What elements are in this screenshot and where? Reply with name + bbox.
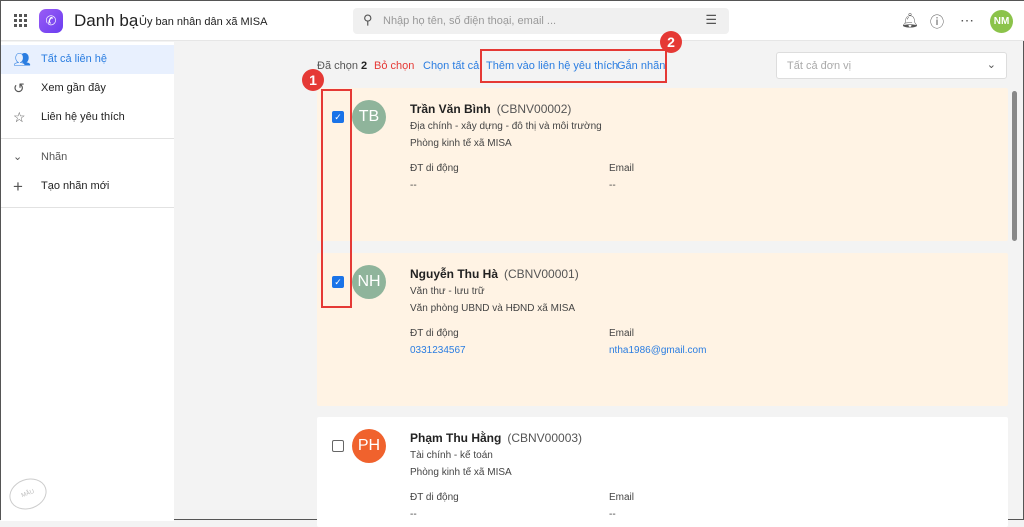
annotation-badge-1: 1 bbox=[302, 69, 324, 91]
phone-label: ĐT di động bbox=[410, 163, 459, 174]
contact-card[interactable]: ✓ NH Nguyễn Thu Hà (CBNV00001) Văn thư - … bbox=[317, 253, 1008, 406]
select-all-button[interactable]: Chọn tất cả bbox=[423, 60, 479, 72]
contact-avatar: NH bbox=[352, 265, 386, 299]
sidebar: 👥︎ Tất cả liên hệ ↺ Xem gần đây ☆ Liên hệ y… bbox=[1, 42, 174, 521]
sidebar-item-recent[interactable]: ↺ Xem gần đây bbox=[1, 74, 174, 103]
sidebar-item-label: Tất cả liên hệ bbox=[41, 53, 108, 65]
contact-dept: Văn phòng UBND và HĐND xã MISA bbox=[410, 303, 576, 314]
search-placeholder: Nhập họ tên, số điện thoại, email ... bbox=[383, 15, 557, 27]
contact-name[interactable]: Trần Văn Bình (CBNV00002) bbox=[410, 102, 571, 116]
phone-value[interactable]: 0331234567 bbox=[410, 345, 466, 356]
contact-title: Văn thư - lưu trữ bbox=[410, 286, 485, 297]
contact-title: Tài chính - kế toán bbox=[410, 450, 493, 461]
contact-avatar: TB bbox=[352, 100, 386, 134]
more-icon[interactable]: ⋯ bbox=[960, 12, 974, 29]
contact-checkbox[interactable] bbox=[332, 440, 344, 452]
sidebar-item-new-label[interactable]: + Tạo nhãn mới bbox=[1, 172, 174, 201]
phone-label: ĐT di động bbox=[410, 492, 459, 503]
deselect-button[interactable]: Bỏ chọn bbox=[374, 60, 414, 72]
scrollbar[interactable] bbox=[1012, 91, 1017, 241]
contact-card[interactable]: ✓ TB Trần Văn Bình (CBNV00002) Địa chính … bbox=[317, 88, 1008, 241]
star-icon: ☆ bbox=[13, 109, 26, 125]
chevron-down-icon: ⌄ bbox=[986, 59, 996, 71]
contact-name[interactable]: Phạm Thu Hằng (CBNV00003) bbox=[410, 431, 582, 445]
sidebar-item-label: Nhãn bbox=[41, 151, 68, 163]
chevron-down-icon: ⌄ bbox=[13, 151, 23, 163]
help-icon[interactable]: ⓘ bbox=[930, 12, 944, 32]
phone-value: -- bbox=[410, 180, 417, 191]
top-bar: ✆ Danh bạ Ủy ban nhân dân xã MISA ⚲ Nhập… bbox=[1, 1, 1024, 41]
plus-icon: + bbox=[13, 177, 23, 196]
sidebar-item-all-contacts[interactable]: 👥︎ Tất cả liên hệ bbox=[1, 45, 174, 74]
contact-code: (CBNV00001) bbox=[504, 267, 579, 281]
filter-icon[interactable]: ☰ bbox=[705, 12, 717, 28]
divider bbox=[1, 207, 174, 208]
annotation-badge-2: 2 bbox=[660, 31, 682, 53]
contact-name[interactable]: Nguyễn Thu Hà (CBNV00001) bbox=[410, 267, 579, 281]
divider bbox=[1, 138, 174, 139]
sidebar-item-label: Liên hệ yêu thích bbox=[41, 111, 125, 123]
phone-value: -- bbox=[410, 509, 417, 520]
email-label: Email bbox=[609, 328, 635, 339]
contact-title: Địa chính - xây dựng - đô thị và môi trư… bbox=[410, 121, 602, 132]
history-icon: ↺ bbox=[13, 80, 25, 96]
sidebar-item-label: Xem gần đây bbox=[41, 82, 106, 94]
annotation-box-1 bbox=[321, 89, 352, 308]
email-value: -- bbox=[609, 180, 616, 191]
sidebar-item-favorites[interactable]: ☆ Liên hệ yêu thích bbox=[1, 103, 174, 132]
contacts-icon: 👥︎ bbox=[13, 51, 31, 67]
org-name: Ủy ban nhân dân xã MISA bbox=[139, 16, 268, 28]
contact-code: (CBNV00002) bbox=[496, 102, 572, 116]
contact-dept: Phòng kinh tế xã MISA bbox=[410, 467, 512, 478]
email-value: -- bbox=[609, 509, 616, 520]
contact-dept: Phòng kinh tế xã MISA bbox=[410, 138, 512, 149]
email-label: Email bbox=[609, 163, 635, 174]
sidebar-item-labels[interactable]: ⌄ Nhãn bbox=[1, 143, 174, 172]
phone-label: ĐT di động bbox=[410, 328, 459, 339]
email-label: Email bbox=[609, 492, 635, 503]
annotation-box-2 bbox=[480, 49, 667, 83]
app-title: Danh bạ bbox=[74, 11, 139, 30]
contact-avatar: PH bbox=[352, 429, 386, 463]
user-avatar[interactable]: NM bbox=[990, 10, 1013, 33]
email-value[interactable]: ntha1986@gmail.com bbox=[609, 345, 706, 356]
search-input[interactable]: ⚲ Nhập họ tên, số điện thoại, email ... … bbox=[353, 8, 729, 34]
bell-icon[interactable]: 🔔︎ bbox=[901, 12, 919, 29]
apps-grid-icon[interactable] bbox=[14, 14, 27, 27]
contact-card[interactable]: PH Phạm Thu Hằng (CBNV00003) Tài chính - … bbox=[317, 417, 1008, 527]
sidebar-item-label: Tạo nhãn mới bbox=[41, 180, 110, 192]
unit-select[interactable]: Tất cả đơn vị ⌄ bbox=[776, 52, 1007, 79]
app-logo-icon: ✆ bbox=[39, 9, 63, 33]
contact-code: (CBNV00003) bbox=[507, 431, 583, 445]
search-icon: ⚲ bbox=[363, 12, 373, 27]
selected-count: Đã chọn 2 bbox=[317, 60, 368, 72]
